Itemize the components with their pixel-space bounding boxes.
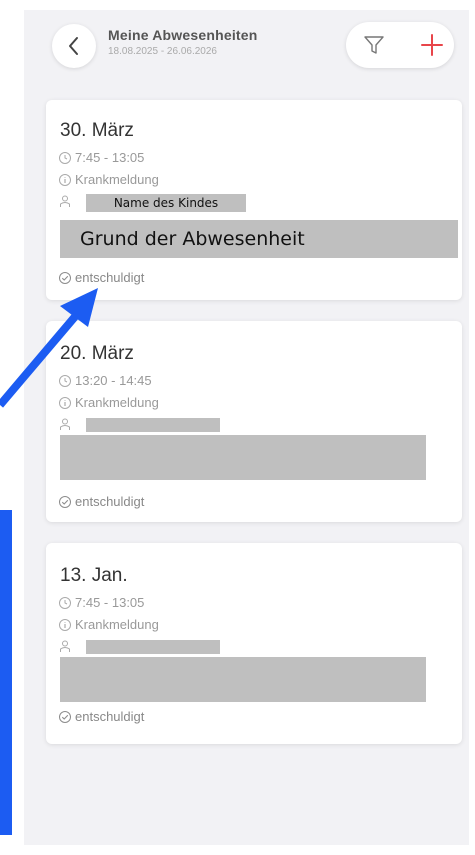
absence-child (58, 417, 75, 431)
plus-icon (421, 34, 443, 56)
header-actions (346, 22, 454, 68)
absence-type: Krankmeldung (58, 172, 159, 187)
absence-status: entschuldigt (58, 270, 144, 285)
status-text: entschuldigt (75, 709, 145, 724)
reason-redaction (60, 435, 426, 480)
type-text: Krankmeldung (75, 172, 159, 187)
absence-card[interactable]: 20. März 13:20 - 14:45 Krankmeldung ents… (46, 321, 462, 522)
child-name-redaction: Name des Kindes (86, 194, 246, 212)
absence-type: Krankmeldung (58, 395, 159, 410)
filter-icon (364, 36, 384, 54)
reason-redaction: Grund der Abwesenheit (60, 220, 458, 258)
type-text: Krankmeldung (75, 617, 159, 632)
person-icon (60, 640, 70, 652)
clock-icon (59, 374, 71, 387)
check-circle-icon (59, 495, 71, 508)
person-icon (60, 418, 70, 430)
clock-icon (59, 596, 71, 609)
reason-label: Grund der Abwesenheit (80, 228, 305, 250)
child-name-redaction (86, 640, 220, 654)
absence-child (58, 194, 75, 208)
info-icon (59, 396, 71, 409)
date-range: 18.08.2025 - 26.06.2026 (108, 46, 217, 57)
absence-time: 7:45 - 13:05 (58, 595, 144, 610)
page-title: Meine Abwesenheiten (108, 27, 258, 43)
status-text: entschuldigt (75, 270, 145, 285)
time-text: 13:20 - 14:45 (75, 373, 152, 388)
reason-redaction (60, 657, 426, 702)
child-name-redaction (86, 418, 220, 432)
info-icon (59, 173, 71, 186)
absence-date: 13. Jan. (60, 565, 128, 586)
check-circle-icon (59, 271, 71, 284)
absence-type: Krankmeldung (58, 617, 159, 632)
absence-card[interactable]: 13. Jan. 7:45 - 13:05 Krankmeldung entsc… (46, 543, 462, 744)
clock-icon (59, 151, 71, 164)
check-circle-icon (59, 710, 71, 723)
absence-time: 7:45 - 13:05 (58, 150, 144, 165)
absence-date: 30. März (60, 120, 134, 141)
absence-card[interactable]: 30. März 7:45 - 13:05 Krankmeldung Name … (46, 100, 462, 300)
status-text: entschuldigt (75, 494, 145, 509)
page-header: Meine Abwesenheiten 18.08.2025 - 26.06.2… (108, 27, 258, 57)
absence-status: entschuldigt (58, 709, 144, 724)
back-button[interactable] (52, 24, 96, 68)
child-name-label: Name des Kindes (113, 196, 219, 210)
chevron-left-icon (69, 37, 78, 55)
absence-time: 13:20 - 14:45 (58, 373, 152, 388)
time-text: 7:45 - 13:05 (75, 595, 145, 610)
info-icon (59, 618, 71, 631)
add-absence-button[interactable] (418, 31, 446, 59)
absence-date: 20. März (60, 343, 134, 364)
absence-child (58, 639, 75, 653)
person-icon (60, 195, 70, 207)
time-text: 7:45 - 13:05 (75, 150, 145, 165)
type-text: Krankmeldung (75, 395, 159, 410)
filter-button[interactable] (362, 33, 386, 57)
annotation-bar (0, 510, 12, 835)
absence-status: entschuldigt (58, 494, 144, 509)
